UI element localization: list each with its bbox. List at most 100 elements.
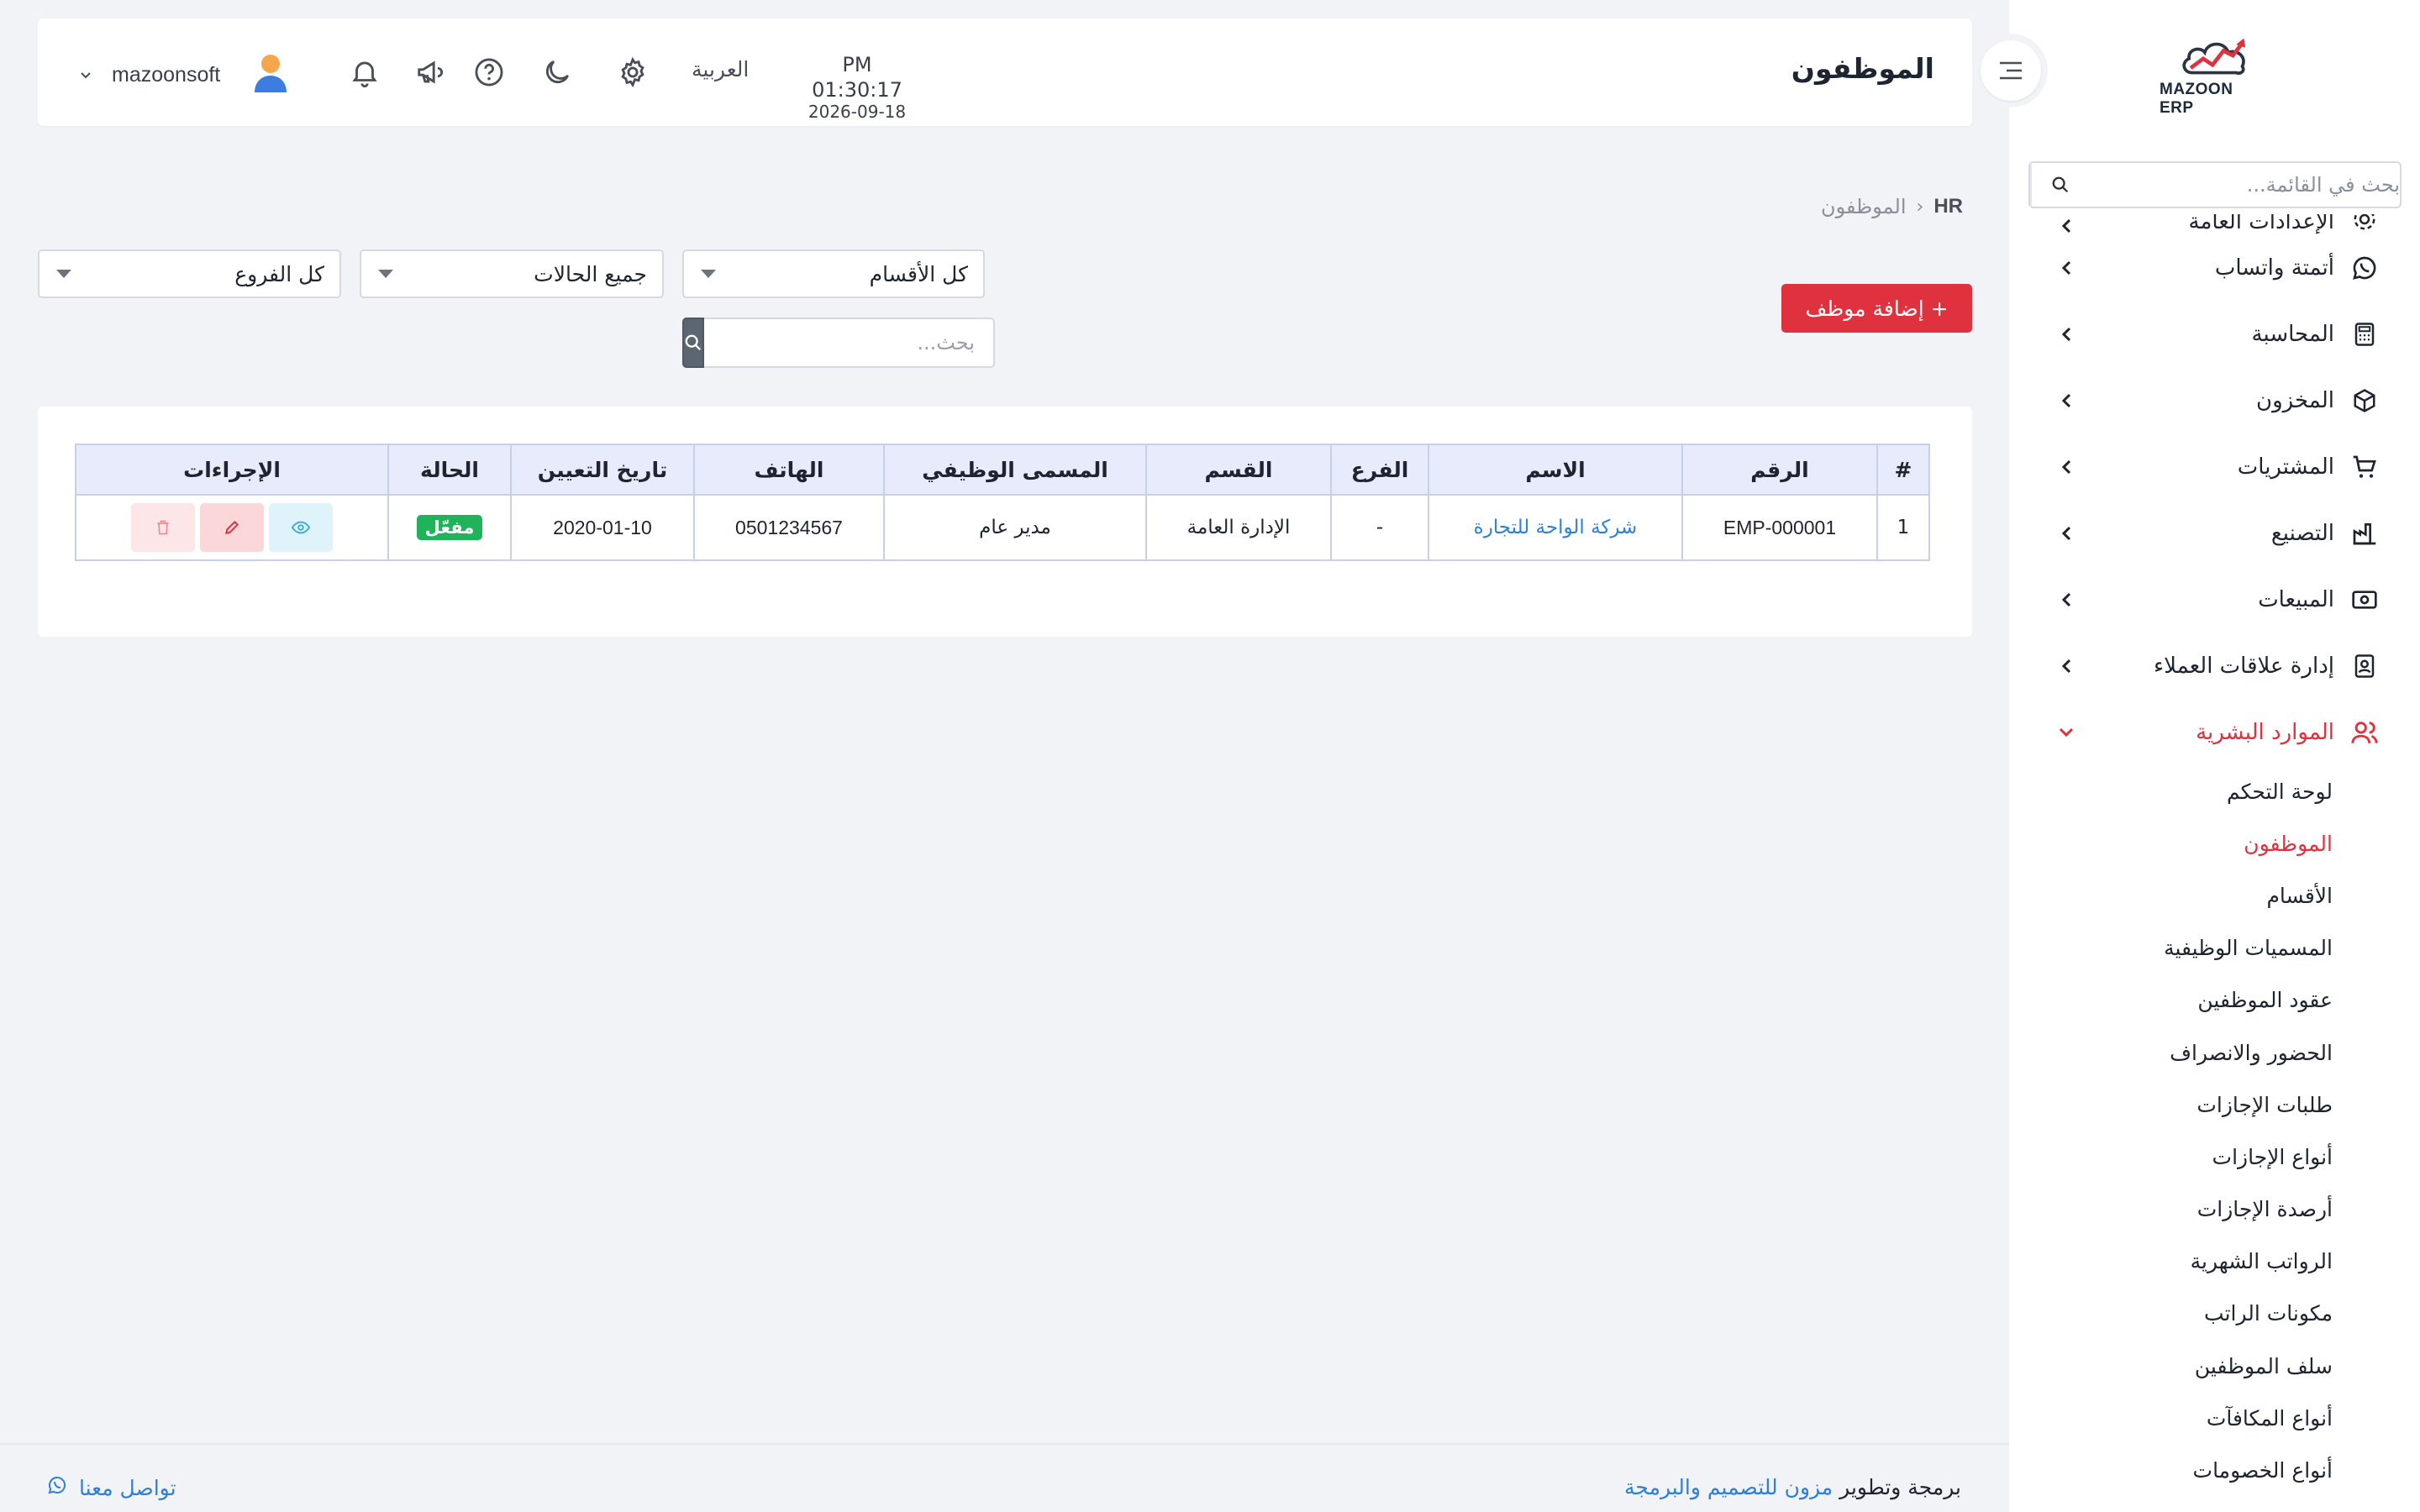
menu-search-input[interactable]: [2089, 163, 2400, 207]
search-button[interactable]: [682, 318, 704, 368]
submenu-item-contracts[interactable]: عقود الموظفين: [2009, 974, 2333, 1026]
sidebar-item-label: المحاسبة: [2251, 321, 2334, 347]
box-icon: [2349, 386, 2380, 416]
username: mazoonsoft: [112, 62, 221, 87]
branch-filter[interactable]: كل الفروع: [38, 249, 341, 298]
submenu-item-advances[interactable]: سلف الموظفين: [2009, 1340, 2333, 1392]
cell-hire-date: 2020-01-10: [510, 494, 695, 561]
employee-name-link[interactable]: شركة الواحة للتجارة: [1474, 517, 1638, 538]
submenu-item-leave-requests[interactable]: طلبات الإجازات: [2009, 1079, 2333, 1131]
department-filter[interactable]: كل الأقسام: [682, 249, 985, 298]
sidebar-menu: الإعدادات العامة أتمتة واتساب المحاسبة ا…: [2009, 214, 2420, 1497]
col-phone: الهاتف: [693, 444, 885, 496]
chevron-left-icon: [2058, 260, 2075, 276]
submenu-item-leave-types[interactable]: أنواع الإجازات: [2009, 1131, 2333, 1183]
view-button[interactable]: [269, 503, 333, 552]
col-department: القسم: [1145, 444, 1332, 496]
chevron-left-icon: [2058, 326, 2075, 343]
factory-icon: [2349, 518, 2380, 549]
submenu-item-dashboard[interactable]: لوحة التحكم: [2009, 765, 2333, 817]
search-input[interactable]: [704, 318, 995, 368]
app-logo[interactable]: MAZOON ERP: [2160, 34, 2269, 118]
sidebar-item-purchases[interactable]: المشتريات: [2009, 433, 2420, 500]
breadcrumb: HR ‹ الموظفون: [1821, 195, 1963, 218]
breadcrumb-separator: ‹: [1916, 196, 1924, 218]
submenu-item-payroll[interactable]: الرواتب الشهرية: [2009, 1236, 2333, 1288]
top-header: الموظفون PM 01:30:17 2026-09-18 العربية …: [38, 18, 1972, 126]
calculator-icon: [2349, 319, 2380, 349]
col-job-title: المسمى الوظيفي: [883, 444, 1147, 496]
submenu-item-employees[interactable]: الموظفون: [2009, 817, 2333, 869]
help-icon[interactable]: [471, 54, 508, 91]
chevron-left-icon: [2058, 525, 2075, 542]
row-actions: [76, 503, 387, 552]
status-badge: مفعّل: [416, 515, 483, 540]
submenu-item-leave-balances[interactable]: أرصدة الإجازات: [2009, 1184, 2333, 1236]
search-icon[interactable]: [2030, 163, 2089, 207]
footer-credit: برمجة وتطوير مزون للتصميم والبرمجة: [1624, 1475, 1961, 1499]
edit-button[interactable]: [200, 503, 264, 552]
menu-search[interactable]: [2028, 161, 2402, 208]
contacts-icon: [2349, 651, 2380, 681]
cell-code: EMP-000001: [1681, 494, 1878, 561]
col-code: الرقم: [1681, 444, 1878, 496]
submenu-item-attendance[interactable]: الحضور والانصراف: [2009, 1026, 2333, 1079]
credit-brand-link[interactable]: مزون للتصميم والبرمجة: [1624, 1475, 1833, 1499]
employee-search: [682, 318, 995, 368]
add-employee-button[interactable]: + إضافة موظف: [1781, 284, 1972, 333]
sidebar-item-inventory[interactable]: المخزون: [2009, 367, 2420, 433]
submenu-item-bonus-types[interactable]: أنواع المكافآت: [2009, 1392, 2333, 1444]
cash-icon: [2349, 585, 2380, 615]
contact-us-link[interactable]: تواصل معنا: [47, 1475, 176, 1500]
pencil-icon: [225, 520, 239, 534]
chevron-down-icon: [2058, 727, 2075, 738]
whatsapp-icon: [47, 1475, 67, 1500]
settings-icon[interactable]: [614, 54, 651, 91]
users-icon: [2349, 717, 2380, 748]
status-filter[interactable]: جميع الحالات: [360, 249, 664, 298]
table-header-row: # الرقم الاسم الفرع القسم المسمى الوظيفي…: [75, 444, 1930, 496]
sidebar-toggle[interactable]: [1974, 34, 2048, 108]
sidebar-item-label: الإعدادات العامة: [2188, 214, 2334, 234]
col-num: #: [1876, 444, 1930, 496]
department-filter-value: كل الأقسام: [869, 261, 968, 286]
notification-bell-icon[interactable]: [346, 54, 383, 91]
sidebar-item-whatsapp[interactable]: أتمتة واتساب: [2009, 234, 2420, 301]
col-branch: الفرع: [1330, 444, 1429, 496]
sidebar-item-label: أتمتة واتساب: [2214, 255, 2334, 281]
sidebar-item-crm[interactable]: إدارة علاقات العملاء: [2009, 633, 2420, 699]
avatar[interactable]: [252, 52, 289, 97]
col-actions: الإجراءات: [75, 444, 389, 496]
megaphone-icon[interactable]: [413, 54, 450, 91]
cell-branch: -: [1330, 494, 1429, 561]
breadcrumb-root[interactable]: HR: [1933, 195, 1963, 218]
submenu-item-deduction-types[interactable]: أنواع الخصومات: [2009, 1444, 2333, 1496]
cell-actions: [75, 494, 389, 561]
search-icon: [685, 334, 702, 351]
sidebar-item-accounting[interactable]: المحاسبة: [2009, 301, 2420, 367]
hamburger-icon: [2000, 61, 2022, 80]
sidebar-item-manufacturing[interactable]: التصنيع: [2009, 500, 2420, 566]
cell-department: الإدارة العامة: [1145, 494, 1332, 561]
submenu-item-salary-components[interactable]: مكونات الراتب: [2009, 1288, 2333, 1340]
submenu-item-job-titles[interactable]: المسميات الوظيفية: [2009, 922, 2333, 974]
sidebar-item-label: التصنيع: [2270, 520, 2334, 546]
chevron-left-icon: [2058, 218, 2075, 234]
submenu-item-departments[interactable]: الأقسام: [2009, 869, 2333, 921]
branch-filter-value: كل الفروع: [234, 261, 324, 286]
dark-mode-icon[interactable]: [539, 54, 576, 91]
user-menu[interactable]: mazoonsoft: [80, 52, 289, 97]
sidebar-item-label: المشتريات: [2237, 454, 2334, 480]
cloud-logo-icon: [2182, 38, 2246, 75]
delete-button[interactable]: [131, 503, 195, 552]
gear-icon: [2349, 214, 2380, 234]
col-status: الحالة: [387, 444, 512, 496]
sidebar-item-sales[interactable]: المبيعات: [2009, 566, 2420, 633]
sidebar-item-hr[interactable]: الموارد البشرية: [2009, 699, 2420, 765]
sidebar-item-general-settings[interactable]: الإعدادات العامة: [2009, 214, 2420, 234]
clock-date: 2026-09-18: [808, 102, 907, 122]
language-switch[interactable]: العربية: [692, 57, 749, 81]
sidebar-item-label: الموارد البشرية: [2196, 719, 2334, 745]
cart-icon: [2349, 452, 2380, 482]
whatsapp-icon: [2349, 253, 2380, 283]
